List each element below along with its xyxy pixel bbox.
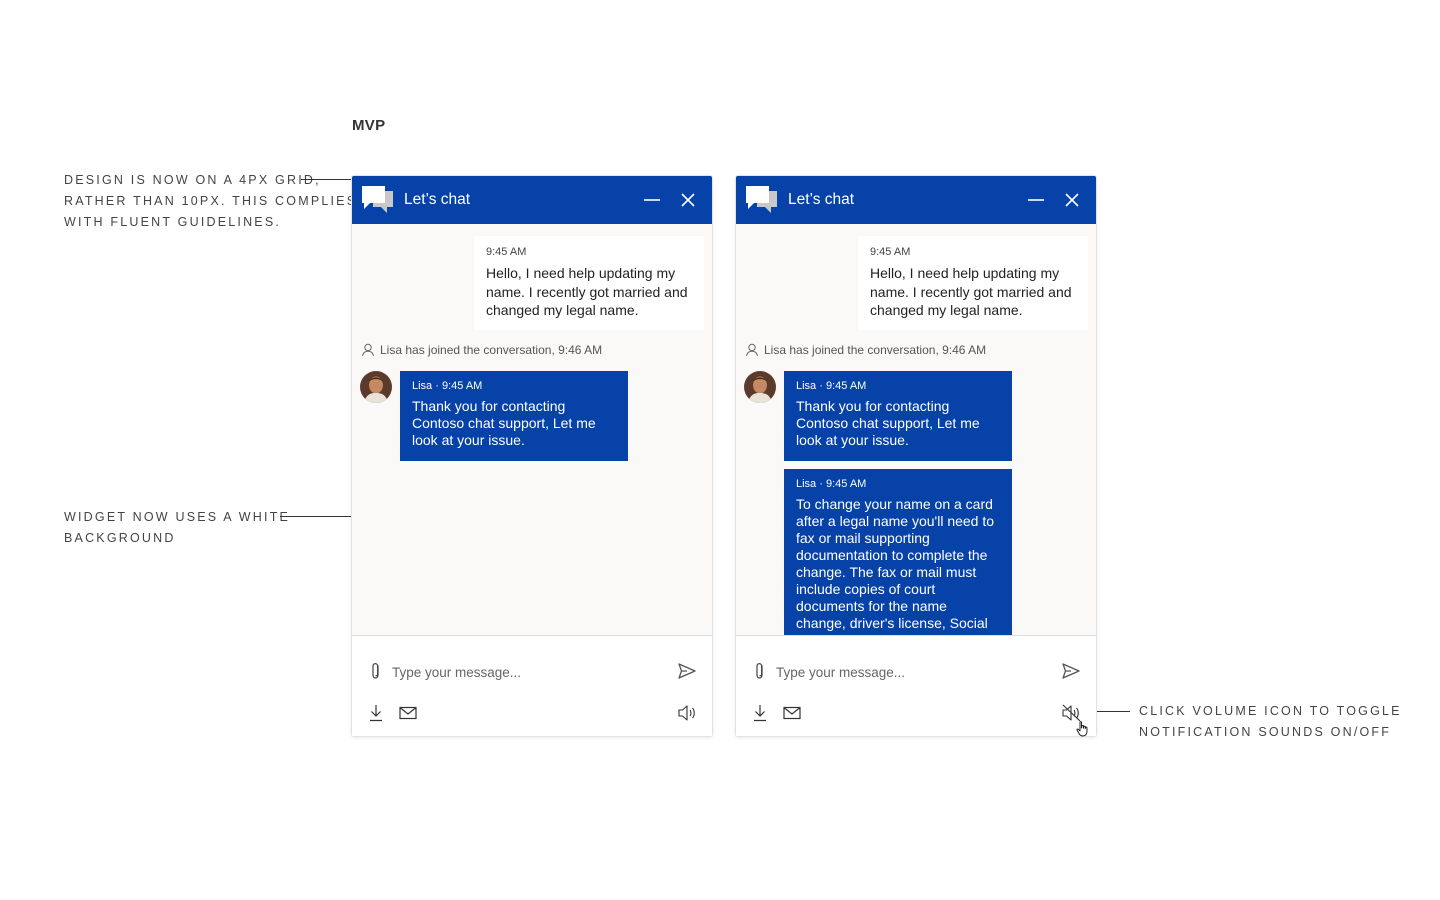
avatar xyxy=(360,371,392,403)
join-notice-text: Lisa has joined the conversation, 9:46 A… xyxy=(380,343,603,357)
join-notice: Lisa has joined the conversation, 9:46 A… xyxy=(361,343,602,357)
message-meta: Lisa · 9:45 AM xyxy=(796,478,867,490)
email-transcript-button[interactable] xyxy=(399,706,417,725)
hand-cursor-icon xyxy=(1076,721,1090,742)
message-meta: Lisa · 9:45 AM xyxy=(796,380,867,392)
send-icon xyxy=(1062,663,1080,679)
annotation-line: Widget now uses a white xyxy=(64,510,291,524)
chat-bubbles-icon xyxy=(745,185,779,220)
close-button[interactable] xyxy=(678,190,698,210)
annotation-leader xyxy=(280,516,359,517)
message-text: Hello, I need help updating my name. I r… xyxy=(486,265,688,318)
send-button[interactable] xyxy=(678,663,696,684)
person-icon xyxy=(746,343,758,357)
chat-header: Let’s chat xyxy=(736,176,1096,224)
chat-title: Let’s chat xyxy=(404,191,471,208)
mail-icon xyxy=(399,706,417,720)
volume-mute-icon xyxy=(1062,704,1081,722)
chat-bubbles-icon xyxy=(361,185,395,220)
chat-header: Let’s chat xyxy=(352,176,712,224)
download-icon xyxy=(370,705,382,722)
message-list: 9:45 AM Hello, I need help updating my n… xyxy=(352,224,712,635)
annotation-line: notification sounds on/off xyxy=(1139,725,1392,739)
annotation-line: Click volume icon to toggle xyxy=(1139,704,1402,718)
paperclip-icon xyxy=(372,662,379,679)
message-meta: Lisa · 9:45 AM xyxy=(412,380,483,392)
user-message: 9:45 AM Hello, I need help updating my n… xyxy=(474,236,704,330)
attach-button[interactable] xyxy=(753,662,767,685)
message-list: 9:45 AM Hello, I need help updating my n… xyxy=(736,224,1096,635)
message-text: Hello, I need help updating my name. I r… xyxy=(870,265,1072,318)
avatar xyxy=(744,371,776,403)
email-transcript-button[interactable] xyxy=(783,706,801,725)
section-title: MVP xyxy=(352,117,386,134)
message-time: 9:45 AM xyxy=(486,246,527,258)
attach-button[interactable] xyxy=(369,662,383,685)
volume-icon xyxy=(678,705,695,721)
message-text: Thank you for contacting Contoso chat su… xyxy=(412,398,596,448)
minimize-icon xyxy=(644,199,660,201)
close-button[interactable] xyxy=(1062,190,1082,210)
download-icon xyxy=(754,705,766,722)
user-message: 9:45 AM Hello, I need help updating my n… xyxy=(858,236,1088,330)
annotation-line: background xyxy=(64,531,176,545)
chat-widget: Let’s chat 9:45 AM Hello, I need help up… xyxy=(736,176,1096,737)
annotation-line: Design is now on a 4px grid, xyxy=(64,173,321,187)
composer xyxy=(736,635,1096,737)
message-text: To change your name on a card after a le… xyxy=(796,496,995,631)
chat-widget: Let’s chat 9:45 AM Hello, I need help up… xyxy=(352,176,712,736)
agent-message: Lisa · 9:45 AM To change your name on a … xyxy=(784,469,1012,635)
minimize-button[interactable] xyxy=(1026,192,1046,208)
composer xyxy=(352,635,712,736)
agent-message: Lisa · 9:45 AM Thank you for contacting … xyxy=(784,371,1012,461)
agent-message: Lisa · 9:45 AM Thank you for contacting … xyxy=(400,371,628,461)
send-icon xyxy=(678,663,696,679)
close-icon xyxy=(681,193,695,207)
annotation-volume: Click volume icon to toggle notification… xyxy=(1139,701,1402,743)
message-input[interactable] xyxy=(774,660,1048,684)
message-time: 9:45 AM xyxy=(870,246,911,258)
paperclip-icon xyxy=(756,662,763,679)
message-text: Thank you for contacting Contoso chat su… xyxy=(796,398,980,448)
chat-title: Let’s chat xyxy=(788,191,855,208)
message-input[interactable] xyxy=(390,660,664,684)
annotation-background: Widget now uses a white background xyxy=(64,507,290,549)
annotation-leader xyxy=(301,179,353,180)
join-notice: Lisa has joined the conversation, 9:46 A… xyxy=(745,343,986,357)
annotation-line: with Fluent guidelines. xyxy=(64,215,282,229)
send-button[interactable] xyxy=(1062,663,1080,684)
annotation-line: rather than 10px. This complies xyxy=(64,194,358,208)
download-transcript-button[interactable] xyxy=(369,704,383,727)
minimize-icon xyxy=(1028,199,1044,201)
mail-icon xyxy=(783,706,801,720)
download-transcript-button[interactable] xyxy=(753,704,767,727)
sound-toggle-button[interactable] xyxy=(678,704,698,727)
close-icon xyxy=(1065,193,1079,207)
minimize-button[interactable] xyxy=(642,192,662,208)
join-notice-text: Lisa has joined the conversation, 9:46 A… xyxy=(764,343,987,357)
person-icon xyxy=(362,343,374,357)
